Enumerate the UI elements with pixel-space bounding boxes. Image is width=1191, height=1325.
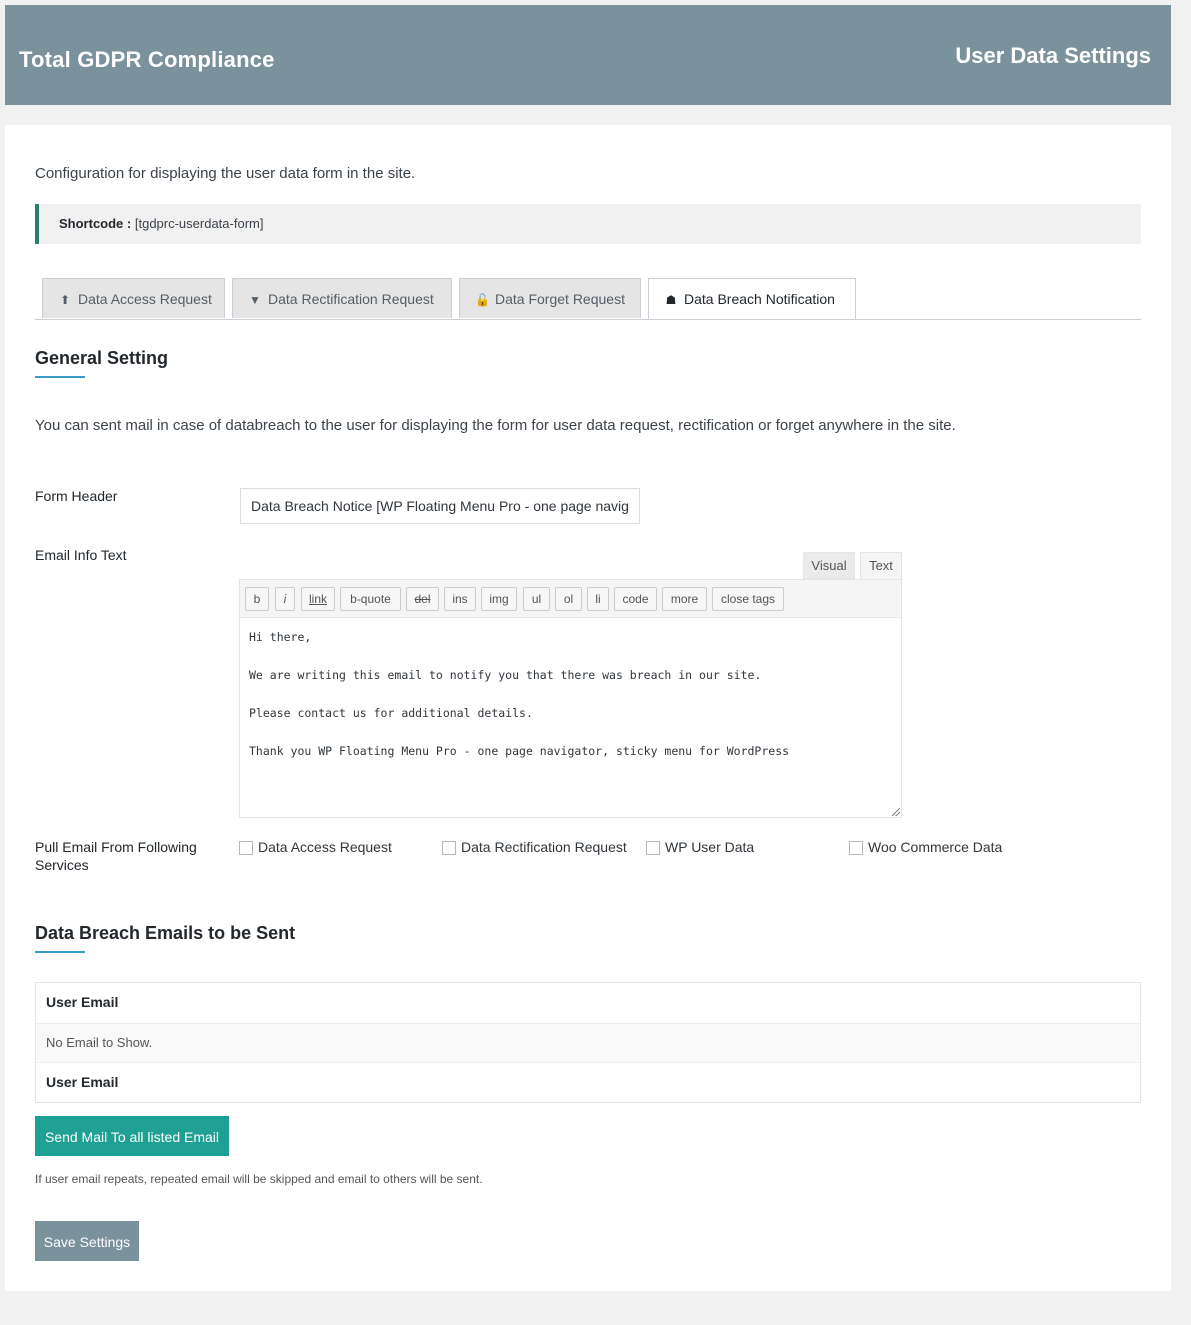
checkbox-label: Data Rectification Request (461, 839, 627, 855)
quicktag-close-tags-button[interactable]: close tags (712, 587, 784, 611)
resize-handle[interactable] (892, 808, 900, 816)
app-header: Total GDPR Compliance User Data Settings (5, 5, 1171, 105)
tab-label: Data Breach Notification (684, 291, 835, 307)
email-line: We are writing this email to notify you … (249, 668, 762, 682)
email-line (249, 723, 889, 742)
quicktag-del-button[interactable]: del (406, 587, 439, 611)
general-setting-title: General Setting (35, 348, 169, 368)
checkbox-data-access-request[interactable]: Data Access Request (239, 839, 392, 855)
settings-panel: Configuration for displaying the user da… (5, 125, 1171, 1291)
app-title: Total GDPR Compliance (19, 47, 275, 72)
send-mail-button[interactable]: Send Mail To all listed Email (35, 1116, 229, 1156)
breach-emails-title: Data Breach Emails to be Sent (35, 923, 296, 943)
quicktags-toolbar: b i link b-quote del ins img ul ol li co… (240, 580, 901, 618)
checkbox-box[interactable] (442, 841, 456, 855)
checkbox-box[interactable] (239, 841, 253, 855)
checkbox-wp-user-data[interactable]: WP User Data (646, 839, 754, 855)
unlock-icon: 🔓 (475, 293, 490, 307)
checkbox-label: Woo Commerce Data (868, 839, 1003, 855)
shortcode-value[interactable]: [tgdprc-userdata-form] (135, 216, 264, 231)
table-footer-user-email: User Email (46, 1074, 119, 1090)
quicktag-bquote-button[interactable]: b-quote (340, 587, 401, 611)
editor-tab-visual[interactable]: Visual (803, 552, 855, 579)
section-underline (35, 951, 85, 953)
email-line (249, 685, 889, 704)
section-underline (35, 376, 85, 378)
email-line: Hi there, (249, 630, 312, 644)
form-header-label: Form Header (35, 488, 118, 504)
shortcode-label: Shortcode : (59, 216, 132, 231)
upload-icon: ⬆ (59, 293, 71, 307)
tab-bar: ⬆ Data Access Request ▼ Data Rectification… (35, 278, 1141, 320)
email-info-label: Email Info Text (35, 547, 127, 563)
breach-email-table: User Email No Email to Show. User Email (35, 982, 1141, 1103)
checkbox-woo-commerce-data[interactable]: Woo Commerce Data (849, 839, 1002, 855)
tab-label: Data Rectification Request (268, 291, 434, 307)
table-header-user-email: User Email (46, 994, 119, 1010)
quicktag-bold-button[interactable]: b (245, 587, 269, 611)
email-line (249, 647, 889, 666)
quicktag-ol-button[interactable]: ol (555, 587, 582, 611)
checkbox-label: Data Access Request (258, 839, 392, 855)
quicktag-ins-button[interactable]: ins (444, 587, 476, 611)
pull-email-label: Pull Email From Following Services (35, 839, 197, 873)
table-empty-row: No Email to Show. (36, 1023, 1140, 1063)
quicktag-link-button[interactable]: link (301, 587, 335, 611)
intro-text: Configuration for displaying the user da… (35, 165, 416, 182)
quicktag-img-button[interactable]: img (481, 587, 517, 611)
quicktag-code-button[interactable]: code (614, 587, 657, 611)
email-info-textarea[interactable]: Hi there, We are writing this email to n… (249, 628, 889, 761)
filter-icon: ▼ (249, 293, 261, 307)
quicktag-italic-button[interactable]: i (275, 587, 295, 611)
editor-tab-text[interactable]: Text (860, 552, 902, 580)
form-header-input[interactable] (240, 488, 640, 524)
repeat-email-note: If user email repeats, repeated email wi… (35, 1172, 483, 1186)
quicktag-more-button[interactable]: more (662, 587, 707, 611)
quicktag-li-button[interactable]: li (587, 587, 609, 611)
save-settings-button[interactable]: Save Settings (35, 1221, 139, 1261)
email-editor: b i link b-quote del ins img ul ol li co… (239, 579, 902, 818)
tab-data-access-request[interactable]: ⬆ Data Access Request (42, 278, 225, 318)
tab-label: Data Forget Request (495, 291, 625, 307)
email-line: Please contact us for additional details… (249, 706, 533, 720)
page-heading: User Data Settings (955, 43, 1151, 68)
tab-data-rectification-request[interactable]: ▼ Data Rectification Request (232, 278, 452, 318)
general-description: You can sent mail in case of databreach … (35, 417, 956, 434)
tab-data-breach-notification[interactable]: ☗ Data Breach Notification (648, 278, 856, 319)
checkbox-data-rectification-request[interactable]: Data Rectification Request (442, 839, 627, 855)
email-line: Thank you WP Floating Menu Pro - one pag… (249, 744, 790, 758)
shortcode-box: Shortcode : [tgdprc-userdata-form] (35, 204, 1141, 244)
tab-label: Data Access Request (78, 291, 212, 307)
tab-data-forget-request[interactable]: 🔓 Data Forget Request (459, 278, 641, 318)
checkbox-box[interactable] (646, 841, 660, 855)
checkbox-label: WP User Data (665, 839, 755, 855)
quicktag-ul-button[interactable]: ul (523, 587, 550, 611)
checkbox-box[interactable] (849, 841, 863, 855)
user-secret-icon: ☗ (665, 293, 677, 307)
